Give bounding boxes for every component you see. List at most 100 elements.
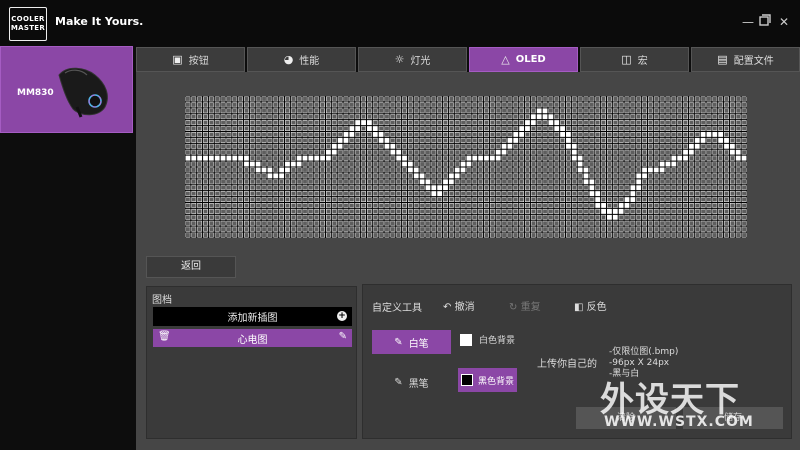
oled-pixel-off: [548, 227, 553, 232]
white-background-option[interactable]: 白色背景: [460, 333, 515, 346]
oled-pixel-off: [256, 138, 261, 143]
oled-pixel-off: [513, 215, 518, 220]
oled-pixel-off: [660, 209, 665, 214]
oled-pixel-off: [344, 215, 348, 220]
oled-pixel-off: [303, 179, 307, 184]
oled-pixel-off: [191, 120, 196, 125]
oled-pixel-off: [519, 114, 524, 119]
redo-button[interactable]: ↻ 重复: [509, 298, 541, 313]
oled-pixel-off: [256, 233, 261, 237]
oled-pixel-off: [426, 197, 430, 202]
white-pen-button[interactable]: ✎ 白笔: [372, 330, 451, 354]
oled-pixel-off: [338, 108, 343, 113]
oled-pixel-off: [267, 120, 272, 125]
oled-pixel-off: [326, 126, 331, 131]
oled-pixel-off: [238, 138, 243, 143]
black-pen-button[interactable]: ✎ 黑笔: [372, 370, 451, 394]
oled-pixel-off: [361, 209, 366, 214]
oled-pixel-off: [402, 209, 407, 214]
oled-pixel-off: [215, 227, 220, 232]
oled-pixel-off: [648, 197, 653, 202]
add-image-button[interactable]: 添加新插图 +: [153, 307, 352, 326]
trash-icon[interactable]: 🗑: [158, 331, 171, 342]
oled-pixel-off: [712, 185, 717, 190]
oled-pixel-off: [191, 138, 196, 143]
oled-pixel-off: [642, 156, 647, 161]
oled-pixel-off: [314, 173, 319, 178]
oled-pixel-off: [273, 150, 278, 155]
oled-pixel-off: [408, 185, 413, 190]
oled-pixel-off: [513, 156, 518, 161]
oled-pixel-off: [625, 168, 629, 172]
invert-button[interactable]: ◧ 反色: [574, 298, 607, 313]
oled-pixel-off: [408, 102, 413, 107]
oled-pixel-off: [589, 197, 594, 202]
oled-pixel-off: [654, 203, 659, 208]
oled-pixel-off: [478, 97, 483, 101]
list-item[interactable]: 🗑 心电图 ✎: [153, 329, 352, 347]
oled-pixel-off: [349, 233, 354, 237]
oled-pixel-off: [572, 185, 577, 190]
oled-pixel-off: [666, 97, 670, 101]
oled-pixel-off: [513, 227, 518, 232]
oled-pixel-off: [226, 97, 231, 101]
oled-pixel-off: [226, 185, 231, 190]
oled-pixel-off: [519, 144, 524, 149]
oled-pixel-off: [543, 185, 547, 190]
oled-pixel-off: [531, 108, 536, 113]
oled-pixel-off: [437, 144, 442, 149]
restore-icon[interactable]: [757, 14, 773, 30]
oled-pixel-off: [736, 233, 741, 237]
oled-pixel-off: [625, 138, 629, 143]
oled-pixel-off: [238, 150, 243, 155]
oled-pixel-off: [531, 185, 536, 190]
oled-pixel-off: [642, 144, 647, 149]
oled-pixel-off: [203, 191, 208, 196]
oled-pixel-editor[interactable]: [185, 96, 747, 238]
tab-macro[interactable]: ◫ 宏: [580, 47, 689, 72]
pencil-icon[interactable]: ✎: [339, 331, 347, 342]
oled-pixel-off: [186, 108, 190, 113]
oled-pixel-off: [730, 203, 735, 208]
oled-pixel-off: [373, 233, 378, 237]
oled-pixel-off: [718, 108, 723, 113]
upload-own-button[interactable]: 上传你自己的: [537, 355, 597, 370]
oled-pixel-off: [373, 221, 378, 226]
tab-performance[interactable]: ◕ 性能: [247, 47, 356, 72]
oled-pixel-off: [186, 138, 190, 143]
oled-pixel-off: [543, 173, 547, 178]
undo-button[interactable]: ↶ 撤消: [443, 298, 475, 313]
black-background-option[interactable]: 黑色背景: [458, 368, 517, 392]
oled-pixel-off: [437, 173, 442, 178]
oled-pixel-off: [701, 156, 706, 161]
tab-oled[interactable]: △ OLED: [469, 47, 578, 72]
minimize-icon[interactable]: —: [740, 14, 756, 30]
oled-pixel-off: [548, 191, 553, 196]
oled-pixel-off: [203, 162, 208, 166]
oled-pixel-off: [373, 197, 378, 202]
oled-pixel-off: [373, 162, 378, 166]
oled-pixel-off: [267, 215, 272, 220]
oled-pixel-off: [595, 108, 600, 113]
oled-pixel-off: [285, 233, 290, 237]
oled-pixel-off: [232, 227, 237, 232]
oled-pixel-off: [308, 168, 313, 172]
tab-lighting[interactable]: ☼ 灯光: [358, 47, 467, 72]
device-card[interactable]: MM830: [0, 46, 133, 133]
oled-pixel-off: [443, 203, 448, 208]
tab-profiles[interactable]: ▤ 配置文件: [691, 47, 800, 72]
oled-pixel-off: [449, 114, 454, 119]
oled-pixel-off: [367, 221, 372, 226]
oled-pixel-off: [595, 162, 600, 166]
back-button[interactable]: 返回: [146, 256, 236, 278]
oled-pixel-off: [320, 215, 325, 220]
oled-pixel-off: [742, 102, 746, 107]
oled-pixel-off: [426, 203, 430, 208]
oled-pixel-off: [472, 203, 477, 208]
redo-label: 重复: [520, 302, 541, 313]
oled-pixel-off: [519, 150, 524, 155]
tab-buttons[interactable]: ▣ 按钮: [136, 47, 245, 72]
close-icon[interactable]: ✕: [776, 14, 792, 30]
tab-label: 按钮: [188, 56, 209, 67]
oled-pixel-off: [636, 102, 641, 107]
